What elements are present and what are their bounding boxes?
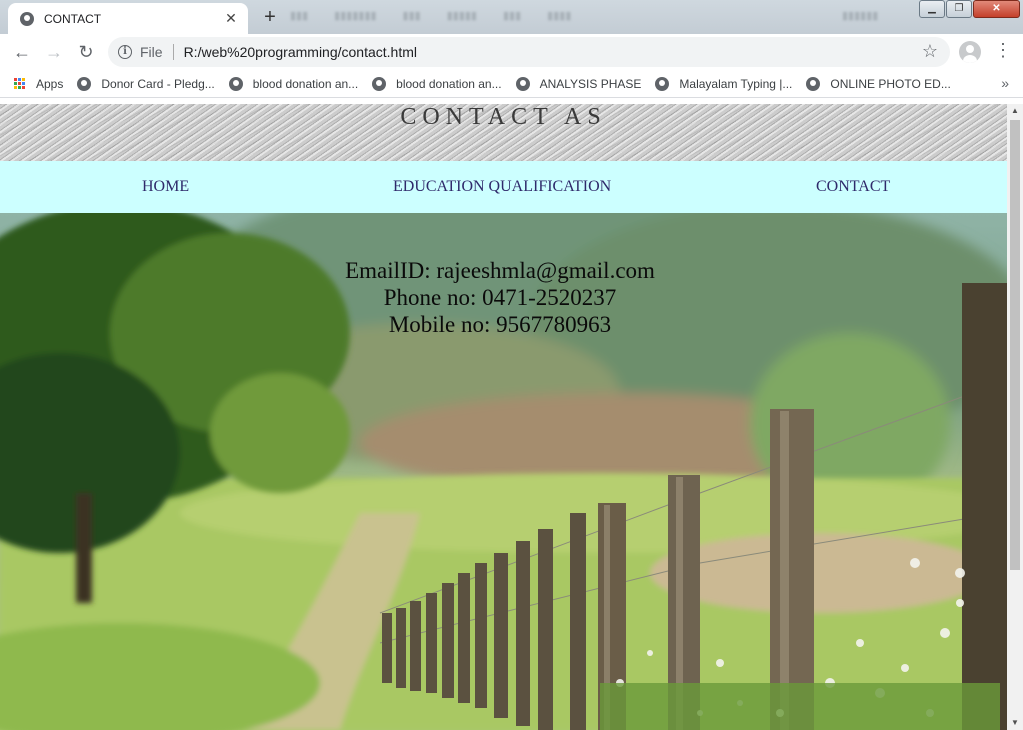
bookmark-label: blood donation an... (252, 76, 359, 91)
globe-icon (806, 76, 821, 91)
phone-text: Phone no: 0471-2520237 (383, 285, 617, 310)
mobile-text: Mobile no: 9567780963 (388, 312, 612, 337)
globe-icon (515, 76, 530, 91)
background-photo: EmailID: rajeeshmla@gmail.com Phone no: … (0, 213, 1007, 730)
apps-grid-icon (14, 77, 26, 90)
background-window-text: ▮▮▮▮▮▮ (842, 10, 879, 22)
tab-title: CONTACT (44, 11, 102, 26)
bookmark-item[interactable]: blood donation an... (365, 72, 508, 96)
scroll-down-icon[interactable]: ▼ (1007, 716, 1023, 730)
maximize-button[interactable]: ❐ (946, 0, 972, 18)
vertical-scrollbar[interactable]: ▲ ▼ (1007, 104, 1023, 730)
address-bar[interactable]: i File R:/web%20programming/contact.html… (108, 37, 950, 67)
bookmark-item[interactable]: ANALYSIS PHASE (509, 72, 649, 96)
scroll-thumb[interactable] (1010, 120, 1020, 570)
close-window-button[interactable]: ✕ (973, 0, 1020, 18)
globe-icon (77, 76, 92, 91)
url-separator (172, 44, 174, 60)
back-button[interactable]: ← (6, 36, 38, 68)
bookmark-label: blood donation an... (396, 76, 502, 91)
globe-icon (372, 76, 387, 91)
page-viewport: CONTACT AS HOME EDUCATION QUALIFICATION … (0, 104, 1007, 730)
globe-icon (655, 76, 670, 91)
minimize-button[interactable]: ▁ (919, 0, 945, 18)
bookmarks-overflow-icon[interactable]: » (1001, 75, 1009, 91)
nav-home-link[interactable]: HOME (142, 178, 189, 196)
bookmark-label: Malayalam Typing |... (679, 76, 793, 91)
globe-icon (20, 11, 34, 26)
forward-button[interactable]: → (38, 36, 70, 68)
bookmark-item[interactable]: Donor Card - Pledg... (70, 72, 221, 96)
bookmark-item[interactable]: Malayalam Typing |... (648, 72, 799, 96)
bookmark-star-icon[interactable]: ☆ (922, 41, 938, 62)
window-controls: ▁ ❐ ✕ (919, 0, 1021, 18)
browser-tab[interactable]: CONTACT ✕ (8, 3, 248, 34)
tab-close-icon[interactable]: ✕ (220, 10, 242, 27)
header-banner: CONTACT AS (0, 104, 1007, 161)
bookmark-label: ONLINE PHOTO ED... (830, 76, 951, 91)
reload-button[interactable]: ↻ (70, 36, 102, 68)
email-text: EmailID: rajeeshmla@gmail.com (345, 258, 655, 283)
profile-avatar-icon[interactable] (959, 41, 981, 63)
url-scheme: File (140, 44, 163, 60)
globe-icon (228, 76, 243, 91)
browser-toolbar: ← → ↻ i File R:/web%20programming/contac… (0, 34, 1023, 70)
browser-menu-icon[interactable]: ⋮ (994, 40, 1012, 61)
nav-education-link[interactable]: EDUCATION QUALIFICATION (393, 178, 611, 196)
url-text[interactable]: R:/web%20programming/contact.html (184, 44, 417, 60)
bookmark-label: ANALYSIS PHASE (539, 76, 642, 91)
bookmarks-bar: Apps Donor Card - Pledg... blood donatio… (0, 70, 1023, 98)
site-nav: HOME EDUCATION QUALIFICATION CONTACT (0, 161, 1007, 213)
background-window-menu: ▮▮▮ ▮▮▮▮▮▮▮ ▮▮▮ ▮▮▮▮▮ ▮▮▮ ▮▮▮▮ (290, 10, 572, 22)
window-titlebar: ▮▮▮ ▮▮▮▮▮▮▮ ▮▮▮ ▮▮▮▮▮ ▮▮▮ ▮▮▮▮ ▮▮▮▮▮▮ CONTACT… (0, 0, 1023, 34)
nav-contact-link[interactable]: CONTACT (816, 178, 890, 196)
bookmark-item[interactable]: ONLINE PHOTO ED... (799, 72, 957, 96)
bookmark-item[interactable]: blood donation an... (222, 72, 365, 96)
bookmark-apps[interactable]: Apps (0, 72, 70, 96)
scroll-up-icon[interactable]: ▲ (1007, 104, 1023, 118)
bookmark-label: Apps (36, 76, 64, 91)
contact-details: EmailID: rajeeshmla@gmail.com Phone no: … (0, 257, 1000, 338)
new-tab-button[interactable]: + (258, 6, 282, 28)
bookmark-label: Donor Card - Pledg... (101, 76, 215, 91)
page-title: CONTACT AS (400, 104, 607, 130)
info-icon[interactable]: i (118, 45, 132, 59)
